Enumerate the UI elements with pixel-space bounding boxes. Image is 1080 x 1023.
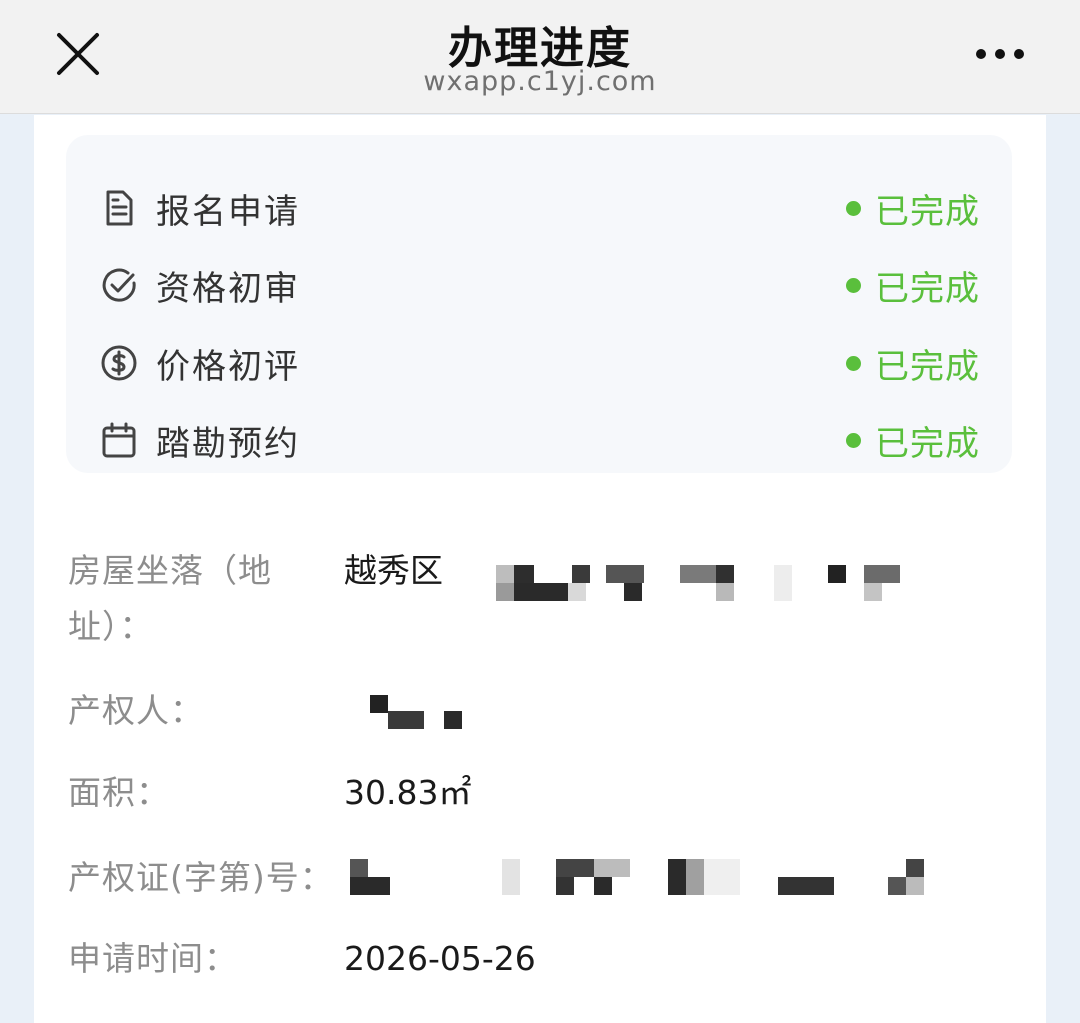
redacted-address-mosaic <box>496 565 916 605</box>
address-value: 越秀区 <box>344 551 443 590</box>
status-dot <box>846 432 861 448</box>
step-status: 已完成 <box>846 416 980 465</box>
status-text: 已完成 <box>875 268 980 309</box>
more-dots-icon <box>976 49 986 59</box>
address-label-line1: 房屋坐落（地 <box>68 551 272 590</box>
document-icon <box>106 190 133 226</box>
status-dot <box>846 200 861 216</box>
title-bar: 办理进度 wxapp.c1yj.com <box>0 0 1080 114</box>
step-label: 资格初审 <box>156 268 300 309</box>
progress-steps-card: 报名申请 已完成 资格初审 已完成 价格初评 已完成 踏勘预约 已完成 <box>66 135 1012 473</box>
redacted-owner-mosaic <box>370 695 470 735</box>
step-label: 报名申请 <box>156 191 300 232</box>
currency-icon <box>101 345 137 381</box>
more-button[interactable] <box>962 36 1038 72</box>
step-site-visit-booking: 踏勘预约 已完成 <box>66 401 1012 479</box>
address-label-line2: 址）： <box>68 607 154 646</box>
status-text: 已完成 <box>875 346 980 387</box>
area-value: 30.83㎡ <box>344 773 472 812</box>
step-qualification-review: 资格初审 已完成 <box>66 246 1012 324</box>
step-status: 已完成 <box>846 339 980 388</box>
step-label: 价格初评 <box>156 346 300 387</box>
status-dot <box>846 277 861 293</box>
redacted-certificate-mosaic <box>350 859 950 899</box>
apply-time-value: 2026-05-26 <box>344 939 536 978</box>
page-domain: wxapp.c1yj.com <box>423 66 657 97</box>
check-circle-icon <box>102 268 136 302</box>
more-dot <box>995 49 1005 59</box>
step-label: 踏勘预约 <box>156 423 300 464</box>
area-label: 面积： <box>68 773 170 812</box>
certificate-label: 产权证(字第)号： <box>68 858 334 897</box>
calendar-icon <box>102 422 136 458</box>
owner-label: 产权人： <box>68 691 204 730</box>
progress-sheet: 报名申请 已完成 资格初审 已完成 价格初评 已完成 踏勘预约 已完成 房屋坐落… <box>34 115 1046 1023</box>
step-registration: 报名申请 已完成 <box>66 169 1012 247</box>
status-dot <box>846 355 861 371</box>
status-text: 已完成 <box>875 423 980 464</box>
more-dot <box>1014 49 1024 59</box>
step-status: 已完成 <box>846 261 980 310</box>
step-status: 已完成 <box>846 184 980 233</box>
step-price-assessment: 价格初评 已完成 <box>66 324 1012 402</box>
status-text: 已完成 <box>875 191 980 232</box>
apply-time-label: 申请时间： <box>68 939 238 978</box>
